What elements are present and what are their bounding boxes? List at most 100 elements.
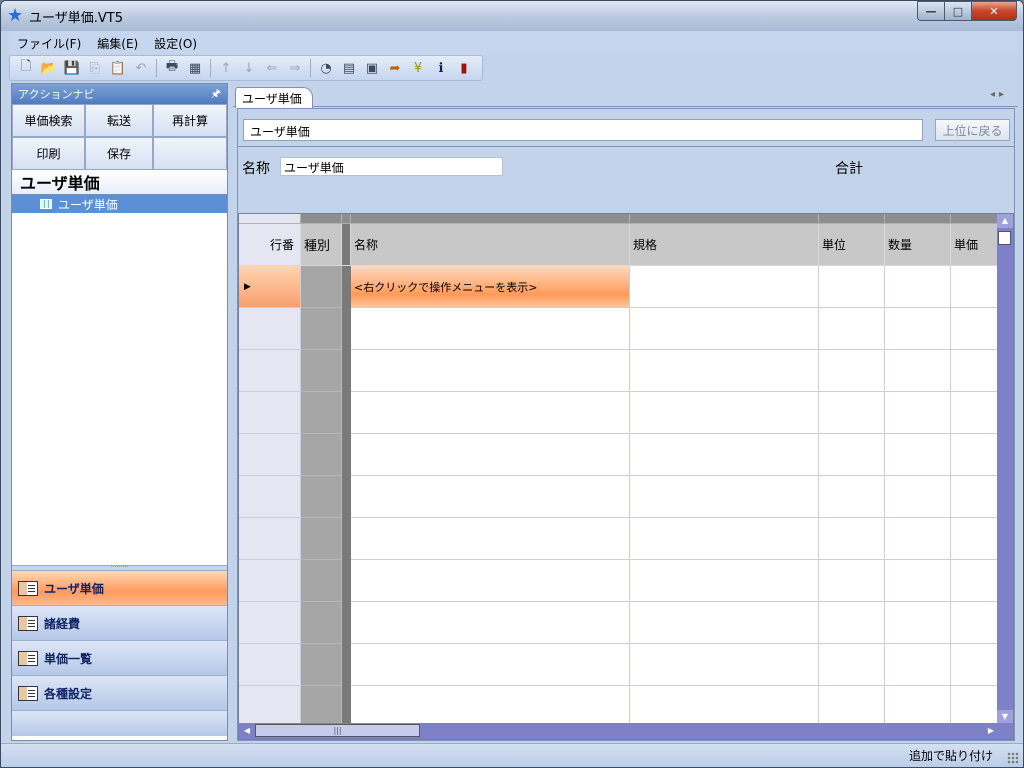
name-cell[interactable]	[351, 476, 630, 518]
name-cell[interactable]	[351, 644, 630, 686]
paste-icon[interactable]: 📋	[108, 58, 128, 78]
maximize-button[interactable]: □	[944, 1, 971, 21]
table-row[interactable]	[239, 434, 999, 476]
menu-edit[interactable]: 編集(E)	[89, 35, 146, 52]
spec-cell[interactable]	[630, 518, 819, 560]
header-kind[interactable]: 種別	[301, 224, 342, 266]
table-row[interactable]	[239, 644, 999, 686]
arrow-right-icon[interactable]: ⇒	[285, 58, 305, 78]
row-header-cell[interactable]	[239, 350, 301, 392]
row-header-cell[interactable]	[239, 308, 301, 350]
recalculate-button[interactable]: 再計算	[153, 104, 227, 137]
spec-cell[interactable]	[630, 686, 819, 728]
unit-cell[interactable]	[819, 518, 885, 560]
unit-price-cell[interactable]	[951, 392, 999, 434]
name-cell[interactable]	[351, 308, 630, 350]
header-name[interactable]: 名称	[351, 224, 630, 266]
minimize-button[interactable]: —	[917, 1, 944, 21]
row-header-cell[interactable]	[239, 392, 301, 434]
arrow-left-icon[interactable]: ⇐	[262, 58, 282, 78]
resize-grip-icon[interactable]	[1007, 752, 1019, 764]
unit-cell[interactable]	[819, 434, 885, 476]
scroll-down-icon[interactable]: ▼	[997, 710, 1013, 724]
row-header-cell[interactable]	[239, 476, 301, 518]
quantity-cell[interactable]	[885, 308, 951, 350]
spec-cell[interactable]	[630, 392, 819, 434]
print-icon[interactable]: 🖶	[162, 58, 182, 78]
row-header-cell[interactable]	[239, 560, 301, 602]
calculator-icon[interactable]: ▣	[362, 58, 382, 78]
table-row[interactable]	[239, 392, 999, 434]
row-header-cell[interactable]	[239, 686, 301, 728]
kind-cell[interactable]	[301, 644, 342, 686]
nav-item-price-list[interactable]: 単価一覧	[12, 641, 227, 676]
row-header-cell[interactable]	[239, 434, 301, 476]
kind-cell[interactable]	[301, 602, 342, 644]
save-disk-icon[interactable]: 💾	[62, 58, 82, 78]
header-row-number[interactable]: 行番	[239, 224, 301, 266]
undo-icon[interactable]: ↶	[131, 58, 151, 78]
table-row[interactable]	[239, 560, 999, 602]
header-spec[interactable]: 規格	[630, 224, 819, 266]
quantity-cell[interactable]	[885, 266, 951, 308]
scroll-up-icon[interactable]: ▲	[997, 214, 1013, 228]
quantity-cell[interactable]	[885, 476, 951, 518]
unit-cell[interactable]	[819, 602, 885, 644]
book-icon[interactable]: ▮	[454, 58, 474, 78]
spec-cell[interactable]	[630, 350, 819, 392]
clock-icon[interactable]: ◔	[316, 58, 336, 78]
pin-icon[interactable]: 🖈	[211, 85, 221, 104]
unit-price-cell[interactable]	[951, 560, 999, 602]
name-cell[interactable]	[351, 560, 630, 602]
kind-cell[interactable]	[301, 266, 342, 308]
unit-cell[interactable]	[819, 392, 885, 434]
spec-cell[interactable]	[630, 560, 819, 602]
kind-cell[interactable]	[301, 308, 342, 350]
header-unit-price[interactable]: 単価	[951, 224, 999, 266]
spec-cell[interactable]	[630, 308, 819, 350]
spec-cell[interactable]	[630, 644, 819, 686]
kind-cell[interactable]	[301, 476, 342, 518]
row-header-cell[interactable]	[239, 644, 301, 686]
unit-price-cell[interactable]	[951, 308, 999, 350]
unit-cell[interactable]	[819, 560, 885, 602]
close-button[interactable]: ✕	[971, 1, 1017, 21]
name-cell[interactable]	[351, 686, 630, 728]
spec-cell[interactable]	[630, 434, 819, 476]
quantity-cell[interactable]	[885, 392, 951, 434]
unit-cell[interactable]	[819, 350, 885, 392]
scroll-left-icon[interactable]: ◀	[239, 723, 255, 739]
yen-icon[interactable]: ¥	[408, 58, 428, 78]
copy-icon[interactable]: ⎘	[85, 58, 105, 78]
row-header-cell[interactable]	[239, 602, 301, 644]
current-row-marker[interactable]: ▶	[239, 266, 301, 308]
print-button[interactable]: 印刷	[12, 137, 85, 170]
quantity-cell[interactable]	[885, 434, 951, 476]
horizontal-scroll-thumb[interactable]: |||	[255, 724, 420, 737]
tree-item-user-price[interactable]: ユーザ単価	[12, 195, 227, 213]
unit-price-cell[interactable]	[951, 602, 999, 644]
kind-cell[interactable]	[301, 350, 342, 392]
print-preview-icon[interactable]: ▦	[185, 58, 205, 78]
arrow-down-icon[interactable]: ↓	[239, 58, 259, 78]
table-row[interactable]: ▶ <右クリックで操作メニューを表示>	[239, 266, 999, 308]
vertical-scrollbar[interactable]: ▲ ▼	[997, 214, 1013, 724]
export-icon[interactable]: ➦	[385, 58, 405, 78]
header-unit[interactable]: 単位	[819, 224, 885, 266]
row-header-cell[interactable]	[239, 518, 301, 560]
quantity-cell[interactable]	[885, 518, 951, 560]
kind-cell[interactable]	[301, 518, 342, 560]
menu-file[interactable]: ファイル(F)	[9, 35, 89, 52]
table-row[interactable]	[239, 686, 999, 728]
price-grid[interactable]: 行番 種別 名称 規格 単位 数量 単価 ▶ <右クリックで操作メニューを表示>	[238, 213, 1014, 740]
transfer-button[interactable]: 転送	[85, 104, 153, 137]
menu-settings[interactable]: 設定(O)	[146, 35, 205, 52]
table-row[interactable]	[239, 518, 999, 560]
vertical-scroll-thumb[interactable]	[998, 231, 1011, 245]
save-button[interactable]: 保存	[85, 137, 153, 170]
unit-price-cell[interactable]	[951, 350, 999, 392]
quantity-cell[interactable]	[885, 602, 951, 644]
kind-cell[interactable]	[301, 560, 342, 602]
new-file-icon[interactable]: 🗋	[16, 58, 36, 78]
info-icon[interactable]: ℹ	[431, 58, 451, 78]
